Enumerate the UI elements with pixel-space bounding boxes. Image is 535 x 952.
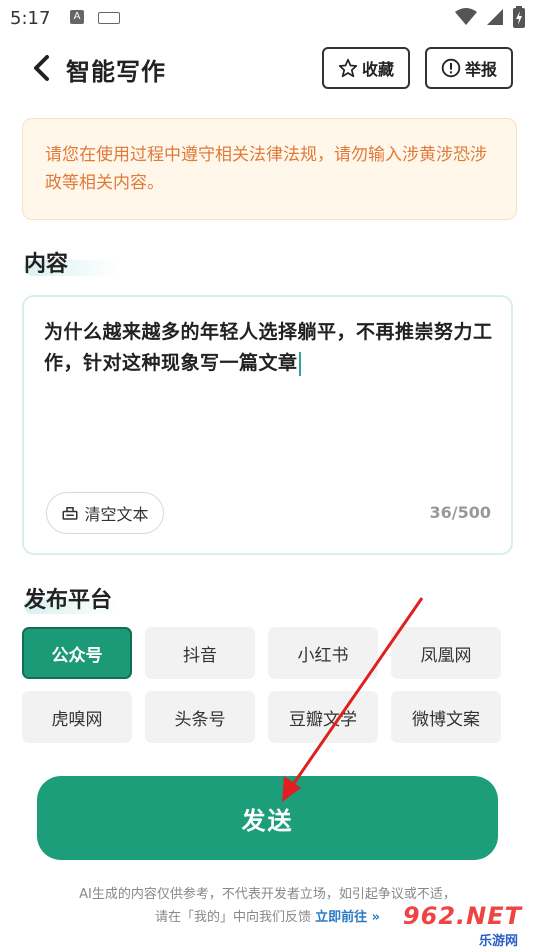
platform-option-douban[interactable]: 豆瓣文学 bbox=[268, 691, 378, 743]
chevron-left-icon bbox=[34, 55, 49, 81]
report-label: 举报 bbox=[464, 60, 497, 79]
character-count: 36/500 bbox=[429, 503, 491, 522]
send-button[interactable]: 发送 bbox=[37, 776, 498, 860]
watermark-bottom: 乐游网 bbox=[478, 934, 518, 949]
keyboard-icon bbox=[98, 12, 120, 24]
disclaimer-text: AI生成的内容仅供参考，不代表开发者立场，如引起争议或不适， bbox=[79, 887, 456, 902]
back-button[interactable] bbox=[30, 53, 56, 83]
favorite-button[interactable]: 收藏 bbox=[322, 47, 410, 89]
site-watermark: 962.NET 乐游网 bbox=[400, 902, 528, 949]
watermark-top: 962.NET bbox=[402, 902, 522, 930]
signal-icon bbox=[486, 9, 503, 25]
platform-option-huxiu[interactable]: 虎嗅网 bbox=[22, 691, 132, 743]
text-cursor bbox=[298, 351, 301, 376]
star-icon bbox=[338, 58, 358, 78]
favorite-label: 收藏 bbox=[361, 60, 394, 79]
platform-section-title: 发布平台 bbox=[24, 588, 113, 613]
exclamation-circle-icon bbox=[441, 58, 461, 78]
content-section-title: 内容 bbox=[24, 252, 69, 277]
status-time: 5:17 bbox=[10, 8, 51, 29]
status-bar: 5:17 A bbox=[0, 0, 535, 36]
platform-option-weibo[interactable]: 微博文案 bbox=[391, 691, 501, 743]
content-text-area[interactable]: 为什么越来越多的年轻人选择躺平，不再推崇努力工作，针对这种现象写一篇文章 清空文… bbox=[22, 295, 513, 555]
platform-option-toutiao[interactable]: 头条号 bbox=[145, 691, 255, 743]
platform-option-douyin[interactable]: 抖音 bbox=[145, 627, 255, 679]
content-input-text[interactable]: 为什么越来越多的年轻人选择躺平，不再推崇努力工作，针对这种现象写一篇文章 bbox=[44, 317, 494, 379]
platform-option-gongzhonghao[interactable]: 公众号 bbox=[22, 627, 132, 679]
page-title: 智能写作 bbox=[66, 58, 166, 86]
clear-text-label: 清空文本 bbox=[84, 505, 149, 524]
feedback-text: 请在「我的」中向我们反馈 bbox=[154, 910, 311, 925]
go-now-label: 立即前往 bbox=[315, 910, 368, 925]
platform-option-xiaohongshu[interactable]: 小红书 bbox=[268, 627, 378, 679]
platform-option-fenghuang[interactable]: 凤凰网 bbox=[391, 627, 501, 679]
go-now-link[interactable]: 立即前往 » bbox=[315, 910, 380, 925]
compliance-notice: 请您在使用过程中遵守相关法律法规，请勿输入涉黄涉恐涉政等相关内容。 bbox=[22, 118, 517, 220]
content-text-value: 为什么越来越多的年轻人选择躺平，不再推崇努力工作，针对这种现象写一篇文章 bbox=[44, 321, 493, 374]
report-button[interactable]: 举报 bbox=[425, 47, 513, 89]
double-chevron-right-icon: » bbox=[371, 910, 381, 925]
accessibility-icon: A bbox=[70, 10, 84, 24]
eraser-icon bbox=[62, 507, 78, 520]
clear-text-button[interactable]: 清空文本 bbox=[46, 492, 164, 534]
status-indicators bbox=[451, 6, 525, 28]
battery-icon bbox=[513, 6, 525, 28]
wifi-icon bbox=[454, 8, 477, 25]
